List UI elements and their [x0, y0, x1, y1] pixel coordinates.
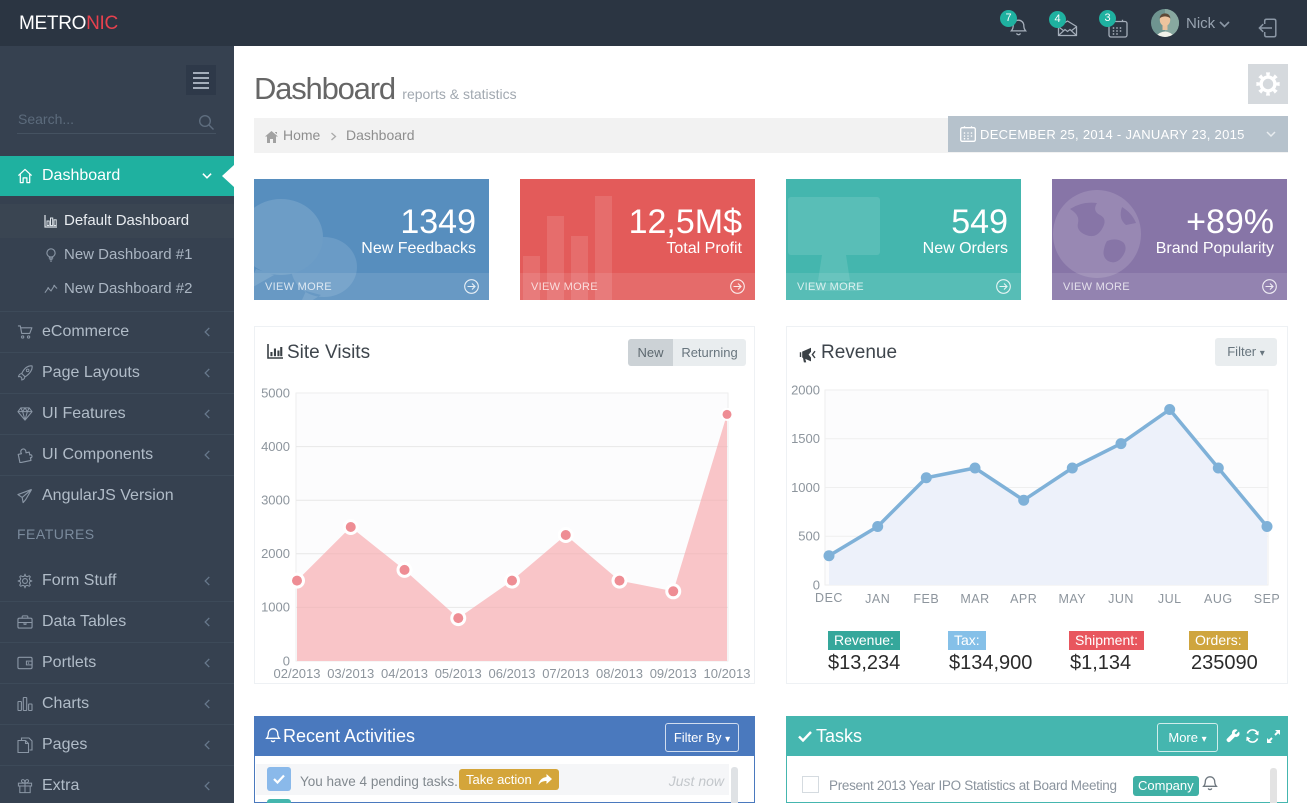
svg-text:JUL: JUL	[1158, 592, 1182, 606]
svg-text:02/2013: 02/2013	[274, 666, 321, 681]
svg-text:2000: 2000	[791, 383, 820, 398]
svg-text:MAY: MAY	[1058, 592, 1086, 606]
svg-text:1500: 1500	[791, 431, 820, 446]
svg-text:FEB: FEB	[913, 592, 939, 606]
svg-text:DEC: DEC	[815, 591, 843, 605]
svg-text:1000: 1000	[791, 480, 820, 495]
svg-text:1000: 1000	[261, 600, 290, 615]
svg-text:10/2013: 10/2013	[704, 666, 751, 681]
svg-text:2000: 2000	[261, 546, 290, 561]
svg-text:08/2013: 08/2013	[596, 666, 643, 681]
svg-text:3000: 3000	[261, 493, 290, 508]
svg-text:03/2013: 03/2013	[327, 666, 374, 681]
svg-text:05/2013: 05/2013	[435, 666, 482, 681]
svg-text:JAN: JAN	[865, 592, 890, 606]
svg-text:07/2013: 07/2013	[542, 666, 589, 681]
svg-text:500: 500	[798, 529, 820, 544]
svg-text:SEP: SEP	[1254, 592, 1281, 606]
svg-text:MAR: MAR	[960, 592, 989, 606]
svg-text:AUG: AUG	[1204, 592, 1233, 606]
svg-text:4000: 4000	[261, 439, 290, 454]
svg-text:5000: 5000	[261, 386, 290, 401]
svg-text:04/2013: 04/2013	[381, 666, 428, 681]
svg-text:09/2013: 09/2013	[650, 666, 697, 681]
svg-text:APR: APR	[1010, 592, 1037, 606]
svg-text:JUN: JUN	[1108, 592, 1134, 606]
svg-text:06/2013: 06/2013	[489, 666, 536, 681]
